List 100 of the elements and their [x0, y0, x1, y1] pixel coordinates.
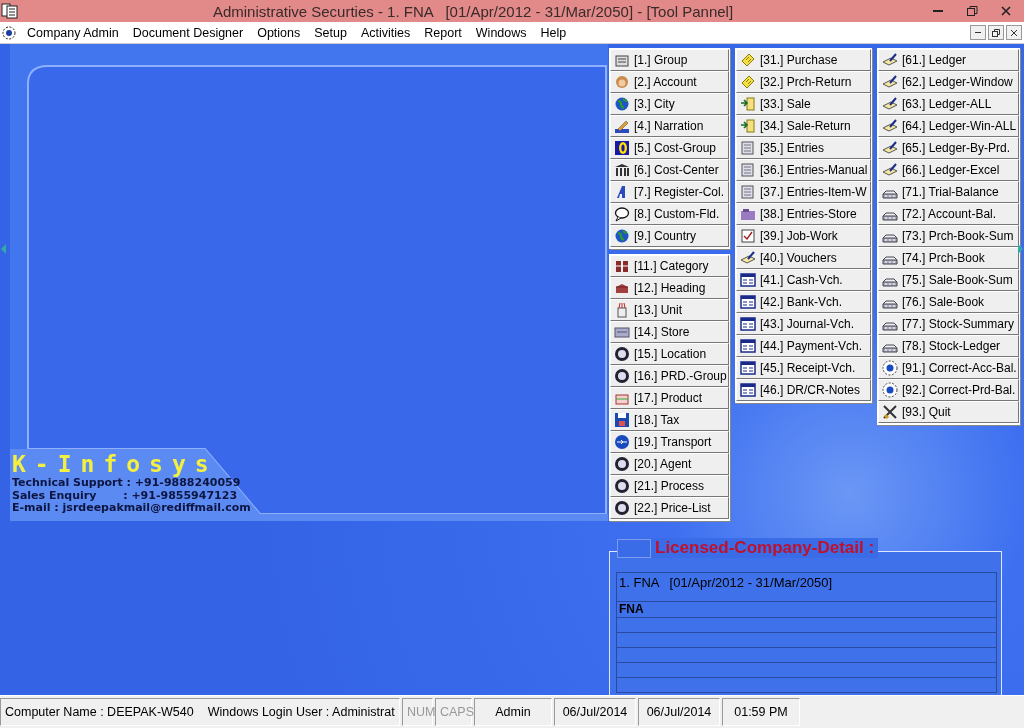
target-icon	[882, 382, 898, 398]
form-icon	[740, 360, 756, 376]
globe-icon	[614, 96, 630, 112]
tool-button[interactable]: [34.] Sale-Return	[736, 115, 871, 137]
tool-button[interactable]: [71.] Trial-Balance	[878, 181, 1019, 203]
arrow-note-icon	[740, 118, 756, 134]
menu-item[interactable]: Company Admin	[20, 25, 126, 40]
tool-button[interactable]: [73.] Prch-Book-Sum	[878, 225, 1019, 247]
tool-button[interactable]: [75.] Sale-Book-Sum	[878, 269, 1019, 291]
tool-button[interactable]: [33.] Sale	[736, 93, 871, 115]
tool-button[interactable]: [37.] Entries-Item-W	[736, 181, 871, 203]
menu-item[interactable]: Activities	[353, 25, 418, 40]
brand-name: K-Infosys	[12, 452, 218, 477]
tool-button[interactable]: [5.] Cost-Group	[610, 137, 729, 159]
tool-button[interactable]: [39.] Job-Work	[736, 225, 871, 247]
tool-button[interactable]: [6.] Cost-Center	[610, 159, 729, 181]
tool-button[interactable]: [22.] Price-List	[610, 497, 729, 519]
tool-button[interactable]: [35.] Entries	[736, 137, 871, 159]
tool-button[interactable]: [31.] Purchase	[736, 49, 871, 71]
tool-button[interactable]: [7.] Register-Col.	[610, 181, 729, 203]
tool-button[interactable]: [3.] City	[610, 93, 729, 115]
tool-button[interactable]: [2.] Account	[610, 71, 729, 93]
tool-button[interactable]: [92.] Correct-Prd-Bal.	[878, 379, 1019, 401]
tool-button[interactable]: [91.] Correct-Acc-Bal.	[878, 357, 1019, 379]
tool-button[interactable]: [66.] Ledger-Excel	[878, 159, 1019, 181]
tool-button[interactable]: [11.] Category	[610, 255, 729, 277]
form-icon	[740, 316, 756, 332]
tool-button[interactable]: [36.] Entries-Manual	[736, 159, 871, 181]
tool-button[interactable]: [41.] Cash-Vch.	[736, 269, 871, 291]
notepad-icon	[740, 74, 756, 90]
child-minimize-button[interactable]	[970, 25, 986, 40]
tool-button[interactable]: [13.] Unit	[610, 299, 729, 321]
menu-item[interactable]: Setup	[307, 25, 354, 40]
tool-button[interactable]: [45.] Receipt-Vch.	[736, 357, 871, 379]
tool-button[interactable]: [12.] Heading	[610, 277, 729, 299]
child-restore-button[interactable]	[988, 25, 1004, 40]
tool-button[interactable]: [4.] Narration	[610, 115, 729, 137]
left-arrow-icon	[0, 242, 8, 256]
tool-button[interactable]: [40.] Vouchers	[736, 247, 871, 269]
menu-item[interactable]: Options	[250, 25, 308, 40]
tool-button[interactable]: [20.] Agent	[610, 453, 729, 475]
menu-item[interactable]: Report	[417, 25, 469, 40]
tool-button[interactable]: [43.] Journal-Vch.	[736, 313, 871, 335]
tool-button[interactable]: [38.] Entries-Store	[736, 203, 871, 225]
papers-icon	[740, 162, 756, 178]
window-title: Administrative Securties - 1. FNA [01/Apr/2012 - 31/Mar/2050] - [Tool Pannel]	[211, 2, 735, 20]
restore-icon	[991, 27, 1001, 38]
papers-icon	[740, 184, 756, 200]
ledger-pen-icon	[882, 74, 898, 90]
tool-button[interactable]: [74.] Prch-Book	[878, 247, 1019, 269]
app-icon	[0, 1, 20, 21]
tool-button[interactable]: [61.] Ledger	[878, 49, 1019, 71]
status-cell: 06/Jul/2014	[638, 698, 720, 726]
speech-bubble-icon	[614, 206, 630, 222]
tool-button[interactable]: [44.] Payment-Vch.	[736, 335, 871, 357]
ledger-pen-icon	[882, 52, 898, 68]
login-user: Windows Login User : Administrat	[207, 705, 395, 719]
tool-button[interactable]: [8.] Custom-Fld.	[610, 203, 729, 225]
computer-name: Computer Name : DEEPAK-W540	[5, 705, 194, 719]
tool-button[interactable]: [9.] Country	[610, 225, 729, 247]
tool-button[interactable]: [21.] Process	[610, 475, 729, 497]
tool-button[interactable]: [19.] Transport	[610, 431, 729, 453]
tool-button[interactable]: [93.] Quit	[878, 401, 1019, 423]
tool-button[interactable]: [1.] Group	[610, 49, 729, 71]
menu-item[interactable]: Document Designer	[125, 25, 251, 40]
form-icon	[740, 382, 756, 398]
tool-button[interactable]: [17.] Product	[610, 387, 729, 409]
tool-button[interactable]: [64.] Ledger-Win-ALL	[878, 115, 1019, 137]
ledger-pen-icon	[882, 96, 898, 112]
form-icon	[740, 272, 756, 288]
tool-button[interactable]: [46.] DR/CR-Notes	[736, 379, 871, 401]
menu-item[interactable]: Windows	[468, 25, 534, 40]
arrow-note-icon	[740, 96, 756, 112]
status-cell: Admin	[474, 698, 552, 726]
tool-button[interactable]: [32.] Prch-Return	[736, 71, 871, 93]
tool-button[interactable]: [72.] Account-Bal.	[878, 203, 1019, 225]
tool-button[interactable]: [15.] Location	[610, 343, 729, 365]
tool-button[interactable]: [14.] Store	[610, 321, 729, 343]
target-icon	[882, 360, 898, 376]
tool-button[interactable]: [78.] Stock-Ledger	[878, 335, 1019, 357]
ledger-pen-icon	[882, 140, 898, 156]
menu-item[interactable]: Help	[533, 25, 574, 40]
tool-button[interactable]: [63.] Ledger-ALL	[878, 93, 1019, 115]
tool-button[interactable]: [76.] Sale-Book	[878, 291, 1019, 313]
key-indicator: NUM	[402, 698, 433, 726]
tool-button[interactable]: [42.] Bank-Vch.	[736, 291, 871, 313]
tool-button[interactable]: [16.] PRD.-Group	[610, 365, 729, 387]
right-arrow-icon	[1016, 242, 1024, 256]
crossed-swords-icon	[882, 404, 898, 420]
coin-icon	[614, 140, 630, 156]
tool-button[interactable]: [77.] Stock-Summary	[878, 313, 1019, 335]
disc-icon	[614, 478, 630, 494]
plane-icon	[614, 434, 630, 450]
disc-icon	[614, 368, 630, 384]
tool-button[interactable]: [18.] Tax	[610, 409, 729, 431]
contact-line: Technical Support : +91-9888240059	[12, 477, 242, 490]
child-close-button[interactable]	[1006, 25, 1022, 40]
globe-icon	[614, 228, 630, 244]
tool-button[interactable]: [62.] Ledger-Window	[878, 71, 1019, 93]
tool-button[interactable]: [65.] Ledger-By-Prd.	[878, 137, 1019, 159]
